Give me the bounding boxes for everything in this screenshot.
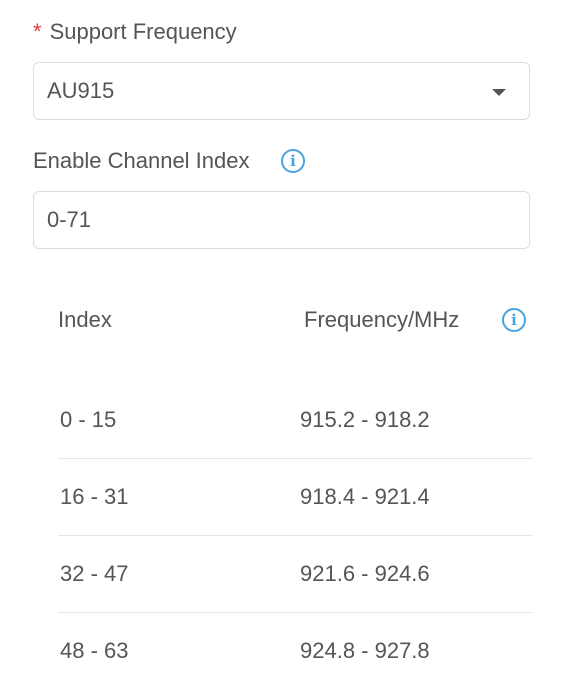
support-frequency-select[interactable]: AU915 xyxy=(33,62,530,120)
table-cell-frequency: 921.6 - 924.6 xyxy=(300,561,430,586)
table-cell-index: 16 - 31 xyxy=(60,484,129,509)
table-header-index: Index xyxy=(58,307,112,332)
table-row: 32 - 47 921.6 - 924.6 xyxy=(58,536,533,613)
support-frequency-value: AU915 xyxy=(47,78,115,103)
table-cell-frequency: 915.2 - 918.2 xyxy=(300,407,430,432)
support-frequency-label-text: Support Frequency xyxy=(49,19,237,44)
table-cell-frequency: 918.4 - 921.4 xyxy=(300,484,430,509)
table-header-frequency: Frequency/MHz xyxy=(304,307,460,332)
table-cell-index: 48 - 63 xyxy=(60,638,129,663)
info-icon[interactable]: i xyxy=(502,308,526,332)
table-row: 0 - 15 915.2 - 918.2 xyxy=(58,382,533,459)
caret-down-icon xyxy=(492,89,506,96)
info-icon[interactable]: i xyxy=(281,149,305,173)
table-cell-frequency: 924.8 - 927.8 xyxy=(300,638,430,663)
support-frequency-label: * Support Frequency xyxy=(33,21,237,43)
enable-channel-index-label: Enable Channel Index xyxy=(33,148,250,173)
table-row: 48 - 63 924.8 - 927.8 xyxy=(58,613,533,690)
enable-channel-index-input[interactable]: 0-71 xyxy=(33,191,530,249)
table-row: 16 - 31 918.4 - 921.4 xyxy=(58,459,533,536)
required-mark: * xyxy=(33,19,42,44)
enable-channel-index-value: 0-71 xyxy=(47,207,92,232)
table-cell-index: 0 - 15 xyxy=(60,407,117,432)
table-cell-index: 32 - 47 xyxy=(60,561,129,586)
